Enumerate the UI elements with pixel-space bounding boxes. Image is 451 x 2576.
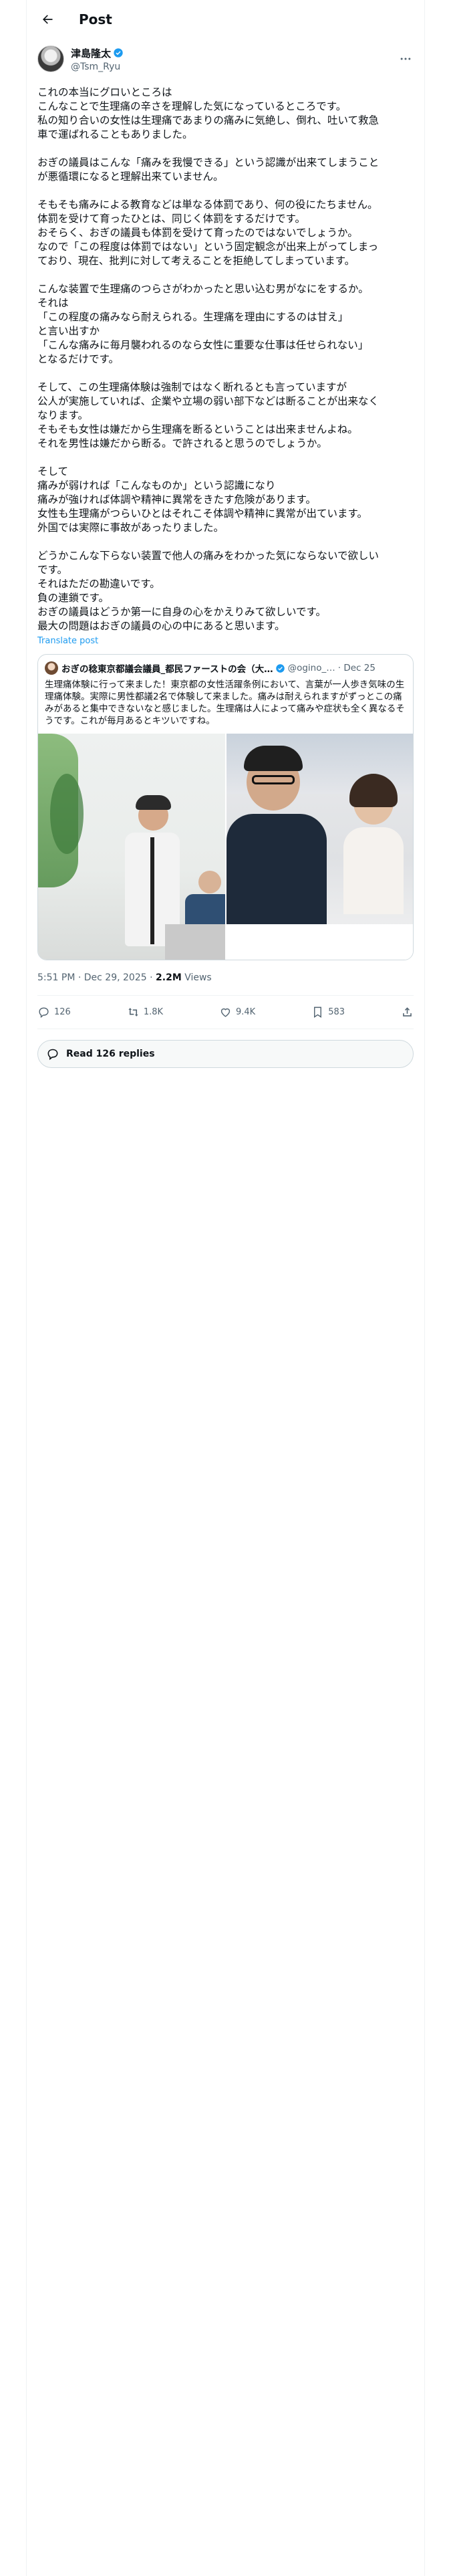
- views-label: Views: [184, 972, 212, 983]
- share-icon: [403, 1007, 412, 1016]
- quote-text: 生理痛体験に行って来ました！東京都の女性活躍条例において、言葉が一人歩き気味の生…: [45, 679, 405, 726]
- meta-separator: ·: [150, 972, 156, 983]
- post-text-line: おぎの議員はこんな「痛みを我慢できる」という認識が出来てしまうこと: [37, 156, 380, 169]
- post-text-line: が悪循環になると理解出来ていません。: [37, 171, 224, 183]
- post-column: Post 津島隆太 @Tsm_Ryu これの本当にグロいところは こんなことで生…: [26, 0, 425, 2576]
- heart-icon: [220, 1008, 231, 1017]
- quote-author-name: おぎの稔東京都議会議員_都民ファーストの会（大…: [61, 664, 273, 675]
- quoted-post[interactable]: おぎの稔東京都議会議員_都民ファーストの会（大… @ogino_… · Dec …: [37, 654, 414, 960]
- page: Post 津島隆太 @Tsm_Ryu これの本当にグロいところは こんなことで生…: [0, 0, 451, 2576]
- more-options-button[interactable]: [396, 49, 415, 68]
- post-text-line: そして: [37, 465, 69, 477]
- repost-button[interactable]: 1.8K: [127, 1006, 163, 1018]
- verified-badge-icon: [113, 47, 124, 58]
- author-names: 津島隆太 @Tsm_Ryu: [71, 46, 124, 72]
- post-text-line: 車で運ばれることもありました。: [37, 128, 193, 140]
- post-meta: 5:51 PM · Dec 29, 2025 · 2.2M Views: [37, 960, 414, 996]
- reply-button[interactable]: 126: [37, 1006, 71, 1018]
- post-text: これの本当にグロいところはこんなことで生理痛の辛さを理解した気になっているところ…: [27, 76, 424, 633]
- post-paragraph: そもそも痛みによる教育などは単なる体罰であり、何の役にたちません。 体罰を受けて育…: [37, 198, 414, 268]
- quote-images: [38, 734, 413, 960]
- post-text-line: 女性も生理痛がつらいひとはそれこそ体調や精神に異常が出ています。: [37, 508, 367, 520]
- post-text-line: 最大の問題はおぎの議員の心の中にあると思います。: [37, 620, 285, 632]
- translate-post-link[interactable]: Translate post: [27, 636, 424, 646]
- post-text-line: 外国では実際に事故があったりました。: [37, 522, 224, 534]
- repost-count: 1.8K: [143, 1007, 164, 1017]
- quote-avatar: [45, 661, 58, 675]
- post-text-line: なので「この程度は体罰ではない」という固定観念が出来上がってしまっ: [37, 241, 379, 253]
- post-text-line: 負の連鎖です。: [37, 592, 109, 604]
- post-text-line: それを男性は嫌だから断る。で許されると思うのでしょうか。: [37, 437, 327, 449]
- post-text-line: 私の知り合いの女性は生理痛であまりの痛みに気絶し、倒れ、吐いて救急: [37, 114, 380, 126]
- post-paragraph: これの本当にグロいところはこんなことで生理痛の辛さを理解した気になっているところ…: [37, 86, 414, 142]
- read-replies-label: Read 126 replies: [66, 1049, 155, 1059]
- post-text-line: おぎの議員はどうか第一に自身の心をかえりみて欲しいです。: [37, 606, 326, 618]
- post-text-line: こんなことで生理痛の辛さを理解した気になっているところです。: [37, 100, 347, 112]
- back-arrow-icon: [43, 14, 53, 24]
- author-name[interactable]: 津島隆太: [71, 46, 111, 60]
- quote-photo-2[interactable]: [226, 734, 413, 960]
- bookmark-button[interactable]: 583: [311, 1006, 345, 1018]
- post-text-line: なります。: [37, 409, 88, 421]
- repost-icon: [128, 1008, 138, 1016]
- reply-icon: [39, 1007, 49, 1018]
- post-paragraph: おぎの議員はこんな「痛みを我慢できる」という認識が出来てしまうこと が悪循環になる…: [37, 156, 414, 184]
- post-text-line: です。: [37, 564, 67, 576]
- more-dots-icon: [400, 58, 411, 60]
- action-bar: 126 1.8K 9.4K 583: [37, 996, 414, 1029]
- post-text-line: 体罰を受けて育ったひとは、同じく体罰をするだけです。: [37, 213, 305, 225]
- quote-date: · Dec 25: [337, 663, 375, 673]
- bookmark-icon: [314, 1006, 322, 1018]
- post-text-line: それはただの勘違いです。: [37, 578, 160, 590]
- author-row: 津島隆太 @Tsm_Ryu: [27, 41, 424, 76]
- quote-photo-1[interactable]: [38, 734, 225, 960]
- views-count: 2.2M: [156, 972, 182, 983]
- post-paragraph: そして痛みが弱ければ「こんなものか」という認識になり痛みが強ければ体調や精神に異…: [37, 465, 414, 535]
- post-text-line: どうかこんな下らない装置で他人の痛みをわかった気にならないで欲しい: [37, 550, 380, 562]
- post-text-line: そもそも女性は嫌だから生理痛を断るということは出来ませんよね。: [37, 423, 358, 435]
- post-text-line: おそらく、おぎの議員も体罰を受けて育ったのではないでしょうか。: [37, 227, 358, 239]
- like-count: 9.4K: [236, 1007, 256, 1017]
- page-title: Post: [79, 11, 112, 27]
- quote-author-handle: @ogino_…: [287, 663, 335, 673]
- post-text-line: となるだけです。: [37, 353, 119, 365]
- post-text-line: 公人が実施していれば、企業や立場の弱い部下などは断ることが出来なく: [37, 395, 380, 407]
- author-handle[interactable]: @Tsm_Ryu: [71, 62, 124, 72]
- post-text-line: 痛みが弱ければ「こんなものか」という認識になり: [37, 479, 276, 492]
- share-button[interactable]: [401, 1006, 414, 1018]
- post-text-line: と言い出すか: [37, 325, 100, 337]
- post-paragraph: こんな装置で生理痛のつらさがわかったと思い込む男がなにをするか。 それは「この程度…: [37, 282, 414, 366]
- post-text-line: それは: [37, 297, 69, 309]
- chat-bubble-icon: [46, 1047, 59, 1061]
- like-button[interactable]: 9.4K: [219, 1006, 255, 1018]
- post-paragraph: どうかこんな下らない装置で他人の痛みをわかった気にならないで欲しい です。それはた…: [37, 549, 414, 633]
- post-text-line: そもそも痛みによる教育などは単なる体罰であり、何の役にたちません。: [37, 199, 378, 211]
- post-text-line: 「こんな痛みに毎月襲われるのなら女性に重要な仕事は任せられない」: [37, 339, 369, 351]
- post-text-line: ており、現在、批判に対して考えることを拒絶してしまっています。: [37, 255, 355, 267]
- post-text-line: これの本当にグロいところは: [37, 86, 172, 98]
- post-paragraph: そして、この生理痛体験は強制ではなく断れるとも言っていますが公人が実施していれば…: [37, 381, 414, 451]
- bookmark-count: 583: [328, 1007, 345, 1017]
- post-text-line: 痛みが強ければ体調や精神に異常をきたす危険があります。: [37, 494, 316, 506]
- top-bar: Post: [27, 0, 424, 38]
- post-timestamp[interactable]: 5:51 PM · Dec 29, 2025: [37, 972, 147, 983]
- post-text-line: こんな装置で生理痛のつらさがわかったと思い込む男がなにをするか。: [37, 283, 369, 295]
- reply-count: 126: [54, 1007, 71, 1017]
- back-button[interactable]: [36, 8, 59, 31]
- post-text-line: 「この程度の痛みなら耐えられる。生理痛を理由にするのは甘え」: [37, 311, 349, 323]
- post-text-line: そして、この生理痛体験は強制ではなく断れるとも言っていますが: [37, 381, 347, 393]
- quote-header: おぎの稔東京都議会議員_都民ファーストの会（大… @ogino_… · Dec …: [38, 655, 413, 675]
- quote-verified-badge-icon: [275, 663, 285, 673]
- read-replies-button[interactable]: Read 126 replies: [37, 1040, 414, 1068]
- avatar[interactable]: [37, 45, 64, 72]
